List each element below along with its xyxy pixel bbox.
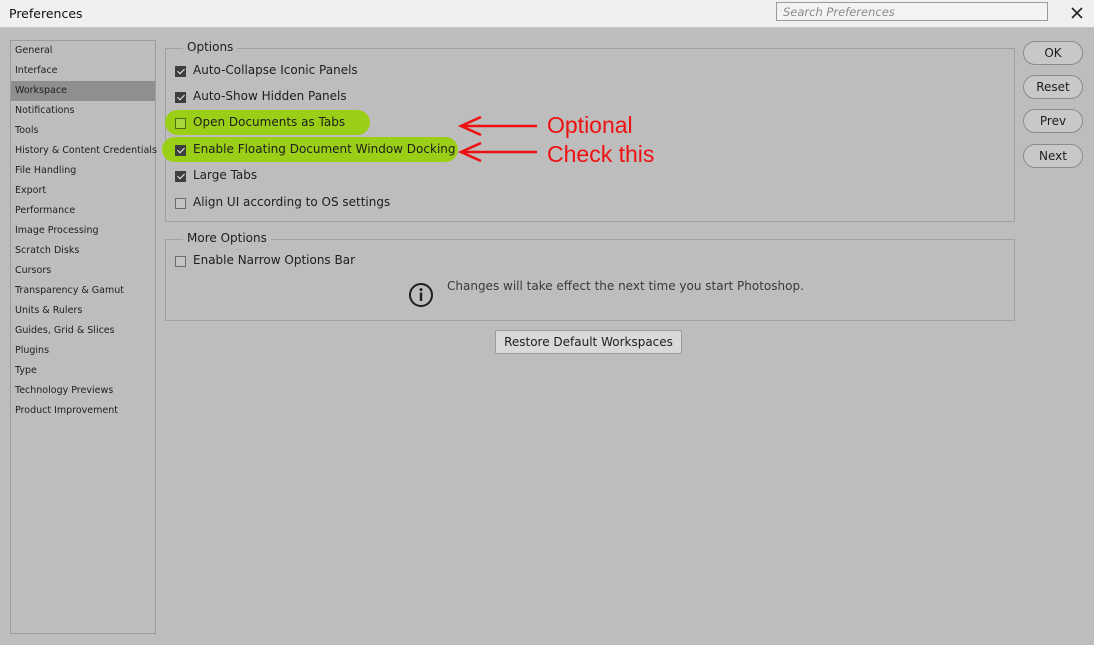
sidebar-item-export[interactable]: Export	[11, 181, 155, 201]
sidebar-item-workspace[interactable]: Workspace	[11, 81, 155, 101]
open-documents-as-tabs-checkbox[interactable]	[175, 118, 186, 129]
arrow-left-icon	[457, 141, 537, 163]
auto-show-label: Auto-Show Hidden Panels	[193, 89, 347, 103]
align-ui-checkbox[interactable]	[175, 198, 186, 209]
arrow-left-icon	[457, 115, 537, 137]
prev-button[interactable]: Prev	[1023, 109, 1083, 133]
next-button[interactable]: Next	[1023, 144, 1083, 168]
annotation-check-this: Check this	[547, 141, 655, 167]
auto-collapse-checkbox[interactable]	[175, 66, 186, 77]
annotation-arrows	[457, 115, 537, 163]
sidebar-item-transparency-gamut[interactable]: Transparency & Gamut	[11, 281, 155, 301]
large-tabs-checkbox[interactable]	[175, 171, 186, 182]
sidebar-item-tools[interactable]: Tools	[11, 121, 155, 141]
narrow-options-bar-checkbox[interactable]	[175, 256, 186, 267]
restore-default-workspaces-button[interactable]: Restore Default Workspaces	[495, 330, 682, 354]
sidebar-item-cursors[interactable]: Cursors	[11, 261, 155, 281]
sidebar-item-file-handling[interactable]: File Handling	[11, 161, 155, 181]
title-bar: Preferences	[0, 0, 1094, 28]
annotation-optional: Optional	[547, 112, 633, 138]
ok-button[interactable]: OK	[1023, 41, 1083, 65]
close-icon[interactable]	[1066, 3, 1088, 23]
restart-notice: Changes will take effect the next time y…	[447, 279, 804, 293]
sidebar-item-general[interactable]: General	[11, 41, 155, 61]
search-preferences-input[interactable]	[776, 2, 1048, 21]
floating-docking-checkbox[interactable]	[175, 145, 186, 156]
sidebar-item-plugins[interactable]: Plugins	[11, 341, 155, 361]
sidebar-item-product-improvement[interactable]: Product Improvement	[11, 401, 155, 421]
options-group-title: Options	[183, 40, 238, 54]
auto-collapse-label: Auto-Collapse Iconic Panels	[193, 63, 358, 77]
reset-button[interactable]: Reset	[1023, 75, 1083, 99]
sidebar-item-scratch-disks[interactable]: Scratch Disks	[11, 241, 155, 261]
sidebar-item-units-rulers[interactable]: Units & Rulers	[11, 301, 155, 321]
sidebar-item-history-content-credentials[interactable]: History & Content Credentials	[11, 141, 157, 161]
floating-docking-label: Enable Floating Document Window Docking	[193, 142, 456, 156]
sidebar-item-guides-grid-slices[interactable]: Guides, Grid & Slices	[11, 321, 155, 341]
auto-show-checkbox[interactable]	[175, 92, 186, 103]
narrow-options-bar-label: Enable Narrow Options Bar	[193, 253, 356, 267]
align-ui-label: Align UI according to OS settings	[193, 195, 391, 209]
sidebar-item-image-processing[interactable]: Image Processing	[11, 221, 155, 241]
sidebar-item-performance[interactable]: Performance	[11, 201, 155, 221]
window-title: Preferences	[9, 6, 83, 21]
more-options-group-title: More Options	[183, 231, 271, 245]
sidebar-item-type[interactable]: Type	[11, 361, 155, 381]
sidebar-item-technology-previews[interactable]: Technology Previews	[11, 381, 155, 401]
sidebar-item-notifications[interactable]: Notifications	[11, 101, 155, 121]
large-tabs-label: Large Tabs	[193, 168, 258, 182]
sidebar-item-interface[interactable]: Interface	[11, 61, 155, 81]
info-icon	[409, 283, 433, 307]
open-documents-as-tabs-label: Open Documents as Tabs	[193, 115, 346, 129]
preferences-category-list: General Interface Workspace Notification…	[10, 40, 157, 634]
